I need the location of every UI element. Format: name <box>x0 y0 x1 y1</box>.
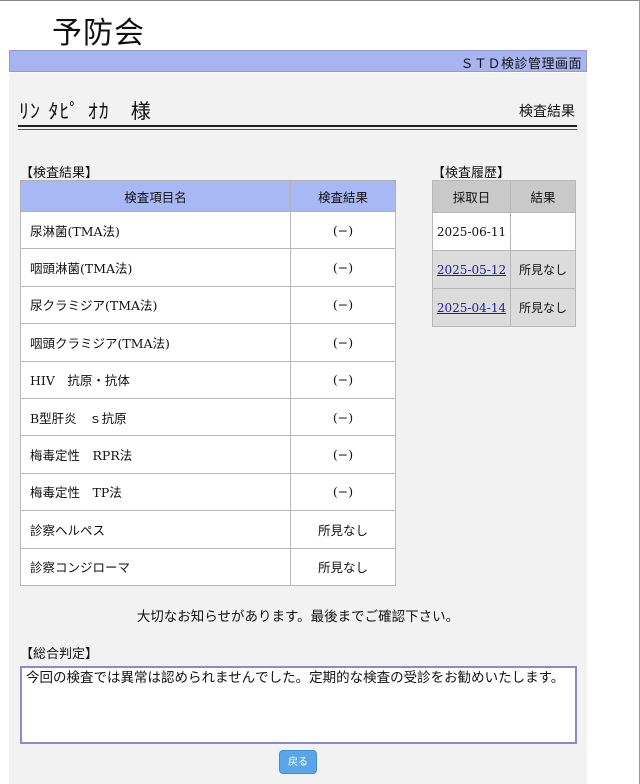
test-result: 所見なし <box>290 510 396 549</box>
test-result: (−) <box>290 210 396 250</box>
history-date-cell: 2025-05-12 <box>432 250 511 289</box>
page-title: 検査結果 <box>519 104 575 120</box>
test-result: (−) <box>290 323 396 362</box>
test-item-name: 診察コンジローマ <box>20 547 291 586</box>
main-panel: ﾘﾝ ﾀﾋﾟ ｵｶ 様 検査結果 【検査結果】 検査項目名 検査結果 尿淋菌(T… <box>9 73 587 784</box>
site-logo: 予防会 <box>52 16 145 51</box>
history-result <box>510 212 576 251</box>
table-row: 梅毒定性 RPR法 (−) <box>20 435 396 474</box>
history-date-link[interactable]: 2025-05-12 <box>437 263 506 277</box>
test-item-name: 咽頭淋菌(TMA法) <box>20 248 291 287</box>
judgment-section-label: 【総合判定】 <box>20 647 99 662</box>
results-section-label: 【検査結果】 <box>20 166 99 181</box>
table-row: HIV 抗原・抗体 (−) <box>20 360 396 399</box>
history-row: 2025-06-11 <box>432 212 576 251</box>
history-row: 2025-05-12 所見なし <box>432 250 576 289</box>
patient-name: ﾘﾝ ﾀﾋﾟ ｵｶ 様 <box>19 99 152 123</box>
test-result: (−) <box>290 435 396 474</box>
history-header-date: 採取日 <box>432 180 511 213</box>
results-header-row: 検査項目名 検査結果 <box>20 180 396 212</box>
test-result: (−) <box>290 285 396 325</box>
window-top-border <box>0 0 640 1</box>
test-result: (−) <box>290 248 396 287</box>
test-item-name: B型肝炎 ｓ抗原 <box>20 397 291 437</box>
table-row: 尿淋菌(TMA法) (−) <box>20 210 396 250</box>
header-banner: ＳＴＤ検診管理画面 <box>9 50 587 72</box>
history-date: 2025-06-11 <box>432 212 511 251</box>
test-item-name: 尿淋菌(TMA法) <box>20 210 291 250</box>
history-result: 所見なし <box>510 288 576 327</box>
notice-message: 大切なお知らせがあります。最後までご確認下さい。 <box>136 609 460 625</box>
history-date-cell: 2025-04-14 <box>432 288 511 327</box>
title-divider <box>18 125 577 127</box>
history-header-result: 結果 <box>510 180 576 213</box>
history-header-row: 採取日 結果 <box>432 180 576 213</box>
test-item-name: 梅毒定性 RPR法 <box>20 435 291 474</box>
history-table: 採取日 結果 2025-06-11 2025-05-12 所見なし 2025-0… <box>432 180 576 327</box>
history-result: 所見なし <box>510 250 576 289</box>
back-button[interactable]: 戻る <box>279 750 317 774</box>
test-result: (−) <box>290 472 396 512</box>
banner-title: ＳＴＤ検診管理画面 <box>460 57 582 72</box>
test-item-name: 梅毒定性 TP法 <box>20 472 291 512</box>
test-item-name: 尿クラミジア(TMA法) <box>20 285 291 325</box>
table-row: 梅毒定性 TP法 (−) <box>20 472 396 512</box>
title-divider-thin <box>18 129 577 130</box>
test-item-name: HIV 抗原・抗体 <box>20 360 291 399</box>
test-result: (−) <box>290 397 396 437</box>
history-row: 2025-04-14 所見なし <box>432 288 576 327</box>
table-row: 尿クラミジア(TMA法) (−) <box>20 285 396 325</box>
table-row: 診察コンジローマ 所見なし <box>20 547 396 586</box>
test-result: (−) <box>290 360 396 399</box>
test-item-name: 咽頭クラミジア(TMA法) <box>20 323 291 362</box>
table-row: 診察ヘルペス 所見なし <box>20 510 396 549</box>
table-row: 咽頭クラミジア(TMA法) (−) <box>20 323 396 362</box>
test-item-name: 診察ヘルペス <box>20 510 291 549</box>
table-row: 咽頭淋菌(TMA法) (−) <box>20 248 396 287</box>
results-table: 検査項目名 検査結果 尿淋菌(TMA法) (−) 咽頭淋菌(TMA法) (−) … <box>20 180 396 586</box>
test-result: 所見なし <box>290 547 396 586</box>
table-row: B型肝炎 ｓ抗原 (−) <box>20 397 396 437</box>
judgment-textarea[interactable]: 今回の検査では異常は認められませんでした。定期的な検査の受診をお勧めいたします。 <box>20 666 577 744</box>
history-section-label: 【検査履歴】 <box>432 166 511 181</box>
results-header-item: 検査項目名 <box>20 180 291 212</box>
history-date-link[interactable]: 2025-04-14 <box>437 301 506 315</box>
results-header-result: 検査結果 <box>290 180 396 212</box>
